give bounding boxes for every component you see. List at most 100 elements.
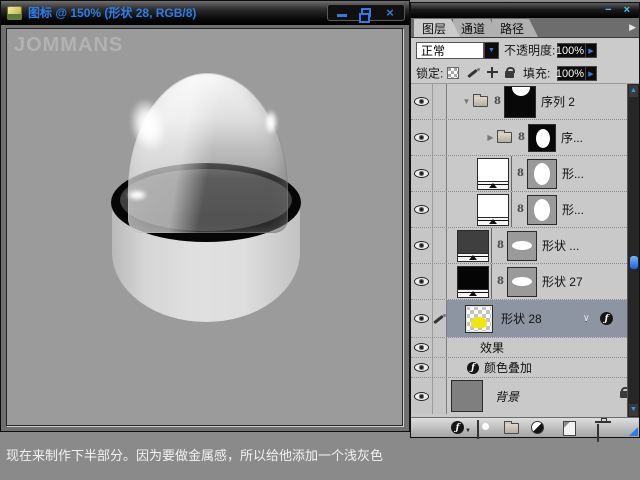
opacity-field[interactable]: 100%: [556, 43, 586, 58]
link-cell[interactable]: [433, 156, 447, 191]
background-thumbnail[interactable]: [451, 380, 483, 412]
panel-resize-grip[interactable]: [629, 427, 638, 436]
visibility-toggle[interactable]: [411, 120, 433, 155]
layer-name[interactable]: 序列 2: [541, 93, 575, 110]
collapse-effects-chevron-icon[interactable]: ∨: [583, 313, 590, 324]
eye-icon: [414, 277, 429, 286]
visibility-toggle[interactable]: [411, 338, 433, 357]
layer-row-group[interactable]: ▼ 8 序列 2: [411, 84, 639, 120]
document-window: 图标 @ 150% (形状 28, RGB/8) × JOMMANS: [0, 0, 410, 432]
expand-triangle-icon[interactable]: ▶: [485, 133, 496, 142]
fill-layer-thumbnail[interactable]: [457, 265, 489, 298]
link-cell[interactable]: [433, 120, 447, 155]
new-group-button[interactable]: [504, 421, 519, 434]
vector-mask-thumbnail[interactable]: [506, 266, 537, 297]
folder-icon: [497, 130, 512, 143]
active-paint-cell[interactable]: [433, 300, 447, 337]
layer-name[interactable]: 形...: [562, 201, 584, 218]
fill-layer-thumbnail[interactable]: [477, 193, 509, 226]
visibility-toggle[interactable]: [411, 156, 433, 191]
layer-name[interactable]: 背景: [495, 388, 519, 405]
link-cell[interactable]: [433, 264, 447, 299]
layer-list: ▼ 8 序列 2 ▶ 8 序... 8 形... 8 形... 8 形状 ...…: [411, 84, 639, 417]
minimize-button[interactable]: [330, 5, 354, 20]
canvas[interactable]: JOMMANS: [6, 28, 403, 426]
add-layer-mask-button[interactable]: [477, 420, 479, 439]
layer-row-shape[interactable]: 8 形...: [411, 156, 639, 192]
effects-header-row[interactable]: 效果: [411, 338, 639, 358]
vector-mask-thumbnail[interactable]: [526, 194, 557, 225]
lock-label: 锁定:: [416, 66, 444, 80]
layer-thumbnail-transparent[interactable]: [465, 304, 493, 333]
layer-row-shape[interactable]: 8 形状 27: [411, 264, 639, 300]
delete-layer-button[interactable]: [597, 424, 599, 442]
link-cell[interactable]: [433, 192, 447, 227]
new-layer-button[interactable]: [563, 421, 576, 436]
restore-button[interactable]: [354, 5, 378, 23]
layer-row-shape[interactable]: 8 形状 ...: [411, 228, 639, 264]
tab-paths[interactable]: 路径: [492, 19, 538, 37]
link-cell[interactable]: [433, 378, 447, 414]
background-layer-row[interactable]: 背景: [411, 378, 639, 414]
document-titlebar[interactable]: 图标 @ 150% (形状 28, RGB/8) ×: [1, 1, 409, 25]
blend-mode-dropdown-icon[interactable]: ▼: [484, 42, 499, 59]
layer-name[interactable]: 形状 ...: [542, 237, 579, 254]
vector-mask-thumbnail[interactable]: [526, 158, 557, 189]
mask-shape: [533, 198, 550, 221]
glass-dome: [128, 73, 288, 233]
layer-name[interactable]: 序...: [561, 129, 583, 146]
visibility-toggle[interactable]: [411, 192, 433, 227]
effect-item-row[interactable]: ƒ 颜色叠加: [411, 358, 639, 378]
lock-all-icon[interactable]: [505, 67, 515, 78]
visibility-toggle[interactable]: [411, 84, 433, 119]
link-icon: 8: [497, 240, 504, 251]
opacity-arrow-icon[interactable]: ▶: [586, 43, 597, 58]
lock-transparency-icon[interactable]: [447, 67, 459, 79]
layer-row-group[interactable]: ▶ 8 序...: [411, 120, 639, 156]
fill-layer-thumbnail[interactable]: [477, 157, 509, 190]
effects-label[interactable]: 效果: [480, 339, 504, 356]
layer-name[interactable]: 形状 28: [501, 310, 542, 327]
blend-mode-select[interactable]: 正常: [416, 42, 484, 59]
visibility-toggle[interactable]: [411, 264, 433, 299]
add-layer-style-button[interactable]: ƒ ▼: [451, 421, 471, 434]
layer-row-selected[interactable]: 形状 28 ∨ ƒ: [411, 300, 639, 338]
scrollbar[interactable]: ▲ ▼: [627, 84, 639, 417]
fill-field[interactable]: 100%: [556, 66, 586, 81]
link-cell[interactable]: [433, 84, 447, 119]
scroll-down-icon[interactable]: ▼: [629, 404, 638, 416]
visibility-toggle[interactable]: [411, 358, 433, 377]
link-cell[interactable]: [433, 338, 447, 357]
vector-mask-thumbnail[interactable]: [506, 230, 537, 261]
fill-layer-thumbnail[interactable]: [457, 229, 489, 262]
eye-icon: [414, 363, 429, 372]
layer-name[interactable]: 形...: [562, 165, 584, 182]
visibility-toggle[interactable]: [411, 378, 433, 414]
panel-close-button[interactable]: ×: [624, 5, 630, 16]
adjustment-layer-button[interactable]: [531, 421, 544, 434]
visibility-toggle[interactable]: [411, 300, 433, 337]
layer-row-shape[interactable]: 8 形...: [411, 192, 639, 228]
group-mask-thumbnail[interactable]: [503, 85, 536, 118]
effect-name[interactable]: 颜色叠加: [484, 359, 532, 376]
group-mask-thumbnail[interactable]: [527, 123, 556, 152]
layer-effects-icon[interactable]: ƒ: [600, 312, 613, 325]
lock-position-icon[interactable]: [487, 67, 498, 78]
scrollbar-thumb[interactable]: [630, 256, 638, 269]
panel-tabs: 图层 通道 路径 ▶: [411, 18, 639, 38]
layer-name[interactable]: 形状 27: [542, 273, 583, 290]
fill-arrow-icon[interactable]: ▶: [586, 66, 597, 81]
visibility-toggle[interactable]: [411, 228, 433, 263]
collapse-triangle-icon[interactable]: ▼: [461, 97, 472, 106]
scroll-up-icon[interactable]: ▲: [629, 85, 638, 97]
lock-pixels-icon[interactable]: [467, 66, 480, 79]
panel-minimize-button[interactable]: −: [605, 5, 611, 16]
panel-menu-arrow-icon[interactable]: ▶: [629, 22, 636, 33]
close-button[interactable]: ×: [378, 5, 402, 20]
brush-icon: [433, 312, 446, 325]
panel-titlebar[interactable]: − ×: [411, 3, 639, 18]
mask-shape: [511, 277, 532, 286]
link-cell[interactable]: [433, 358, 447, 377]
link-cell[interactable]: [433, 228, 447, 263]
link-icon: 8: [517, 204, 524, 215]
